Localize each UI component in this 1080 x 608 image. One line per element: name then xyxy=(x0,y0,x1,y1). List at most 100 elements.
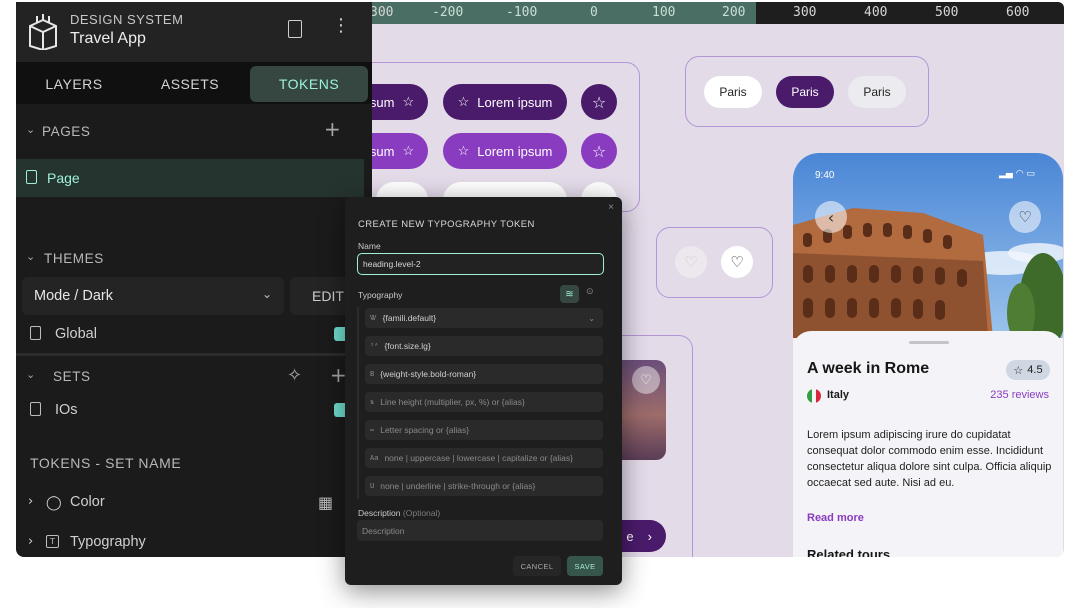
close-icon[interactable]: × xyxy=(608,202,614,213)
reviews-link[interactable]: 235 reviews xyxy=(990,389,1049,401)
ruler-tick: 300 xyxy=(793,5,817,20)
tour-description: Lorem ipsum adipiscing irure do cupidata… xyxy=(807,429,1052,489)
status-time: 9:40 xyxy=(815,170,835,181)
app-title: Travel App xyxy=(70,30,146,47)
description-label-text: Description xyxy=(358,508,401,518)
rating-badge: ☆ 4.5 xyxy=(1006,360,1050,380)
tour-title: A week in Rome xyxy=(807,360,930,377)
font-size-input[interactable]: ᴵᴬ {font.size.lg} xyxy=(365,336,603,356)
text-decoration-placeholder: none | underline | strike-through or {al… xyxy=(380,481,536,491)
typography-token-group[interactable]: Typography xyxy=(70,534,146,550)
related-tours-heading: Related tours xyxy=(807,547,891,557)
font-family-value: {famili.default} xyxy=(382,313,437,323)
button-label: e xyxy=(626,528,634,544)
chevron-down-icon[interactable]: ⌄ xyxy=(26,368,35,381)
bold-icon: B xyxy=(370,370,375,378)
status-icons: ▂▄ ◠ ▭ xyxy=(999,169,1035,179)
chip-paris-disabled[interactable]: Paris xyxy=(848,76,906,108)
back-button[interactable]: ‹ xyxy=(815,201,847,233)
add-page-icon[interactable]: + xyxy=(324,119,341,139)
tab-tokens[interactable]: TOKENS xyxy=(250,66,368,102)
typography-icon: T xyxy=(46,535,59,548)
favorite-button-disabled[interactable]: ♡ xyxy=(675,246,707,278)
chevron-down-icon[interactable]: ⌄ xyxy=(26,250,35,263)
ruler-tick: -200 xyxy=(432,5,464,20)
typography-group-bracket xyxy=(357,307,359,499)
heart-icon[interactable]: ♡ xyxy=(632,366,660,394)
book-icon[interactable] xyxy=(288,20,302,38)
chip-paris-default[interactable]: Paris xyxy=(704,76,762,108)
tokens-sidebar: DESIGN SYSTEM Travel App ⋮ LAYERS ASSETS… xyxy=(16,2,372,557)
chevron-down-icon: ⌄ xyxy=(261,287,272,301)
sparkle-icon[interactable]: ✧ xyxy=(287,365,302,386)
star-icon: ☆ xyxy=(457,143,470,158)
sidebar-tabs: LAYERS ASSETS TOKENS xyxy=(16,62,372,104)
chevron-right-icon[interactable]: › xyxy=(28,494,33,509)
app-subtitle: DESIGN SYSTEM xyxy=(70,12,184,27)
ruler-tick: 300 xyxy=(370,5,394,20)
ruler-tick: 400 xyxy=(864,5,888,20)
star-icon-button-mid[interactable]: ☆ xyxy=(581,133,617,169)
star-icon: ☆ xyxy=(457,94,470,109)
global-set-label: Global xyxy=(55,326,97,342)
name-input[interactable]: heading.level-2 xyxy=(357,253,604,275)
app-stage: 300 -200 -100 0 100 200 300 400 500 600 … xyxy=(0,0,1080,608)
edit-label: EDIT xyxy=(312,288,344,304)
theme-select[interactable]: Mode / Dark ⌄ xyxy=(22,277,284,315)
italy-flag-icon xyxy=(807,389,821,403)
tab-assets[interactable]: ASSETS xyxy=(132,66,248,102)
text-decoration-input[interactable]: U none | underline | strike-through or {… xyxy=(365,476,603,496)
text-case-input[interactable]: Aa none | uppercase | lowercase | capita… xyxy=(365,448,603,468)
droplet-icon: ◯ xyxy=(46,495,62,511)
button-label: Lorem ipsum xyxy=(477,94,553,110)
sets-section-label: SETS xyxy=(53,369,91,384)
tokens-set-name-label: TOKENS - SET NAME xyxy=(30,455,182,471)
layers-icon[interactable]: ≋ xyxy=(560,285,579,303)
page-label: Page xyxy=(47,170,80,186)
favorite-component-frame[interactable] xyxy=(656,227,773,298)
section-divider xyxy=(16,353,372,356)
chevron-down-icon[interactable]: ⌄ xyxy=(26,123,35,136)
lorem-ipsum-button-dark[interactable]: ☆ Lorem ipsum xyxy=(443,84,567,120)
grid-view-icon[interactable]: ▦ xyxy=(318,493,333,512)
color-token-group[interactable]: Color xyxy=(70,494,105,510)
letter-spacing-icon: ⇔ xyxy=(370,426,375,434)
pages-section-label: PAGES xyxy=(42,124,91,139)
create-typography-token-modal: CREATE NEW TYPOGRAPHY TOKEN × Name headi… xyxy=(345,197,622,585)
chip-paris-selected[interactable]: Paris xyxy=(776,76,834,108)
star-icon-button-dark[interactable]: ☆ xyxy=(581,84,617,120)
page-list-item-selected[interactable]: Page xyxy=(16,159,364,197)
cancel-button[interactable]: CANCEL xyxy=(513,556,561,576)
description-input[interactable]: Description xyxy=(357,520,603,541)
chevron-right-icon[interactable]: › xyxy=(28,534,33,549)
save-button[interactable]: SAVE xyxy=(567,556,603,576)
phone-mockup-tour-detail: 9:40 ▂▄ ◠ ▭ ‹ ♡ A week in Rome ☆ 4.5 Ital… xyxy=(793,153,1063,557)
lorem-ipsum-button-mid[interactable]: ☆ Lorem ipsum xyxy=(443,133,567,169)
favorite-button[interactable]: ♡ xyxy=(721,246,753,278)
chevron-down-icon: ⌄ xyxy=(588,313,595,323)
star-icon: ☆ xyxy=(591,92,607,112)
file-icon xyxy=(30,402,41,416)
ruler-tick: -100 xyxy=(506,5,538,20)
more-vertical-icon[interactable]: ⋮ xyxy=(332,16,350,36)
read-more-link[interactable]: Read more xyxy=(807,512,864,524)
heart-icon: ♡ xyxy=(1018,208,1032,226)
typography-label: Typography xyxy=(358,290,403,300)
letter-spacing-input[interactable]: ⇔ Letter spacing or {alias} xyxy=(365,420,603,440)
star-icon: ☆ xyxy=(1013,364,1024,377)
heart-icon: ♡ xyxy=(684,253,698,271)
font-weight-input[interactable]: B {weight-style.bold-roman} xyxy=(365,364,603,384)
button-label: Lorem ipsum xyxy=(477,143,553,159)
underline-icon: U xyxy=(370,482,375,490)
info-icon[interactable]: ⊙ xyxy=(586,286,594,297)
font-size-icon: ᴵᴬ xyxy=(370,342,379,350)
rating-value: 4.5 xyxy=(1027,364,1043,376)
line-height-icon: ⇅ xyxy=(370,398,375,406)
text-case-icon: Aa xyxy=(370,454,379,462)
sheet-handle[interactable] xyxy=(909,341,949,344)
line-height-input[interactable]: ⇅ Line height (multiplier, px, %) or {al… xyxy=(365,392,603,412)
tab-layers[interactable]: LAYERS xyxy=(16,66,132,102)
font-family-select[interactable]: Ꮤ {famili.default} ⌄ xyxy=(365,308,603,328)
font-weight-value: {weight-style.bold-roman} xyxy=(380,369,477,379)
favorite-button[interactable]: ♡ xyxy=(1009,201,1041,233)
